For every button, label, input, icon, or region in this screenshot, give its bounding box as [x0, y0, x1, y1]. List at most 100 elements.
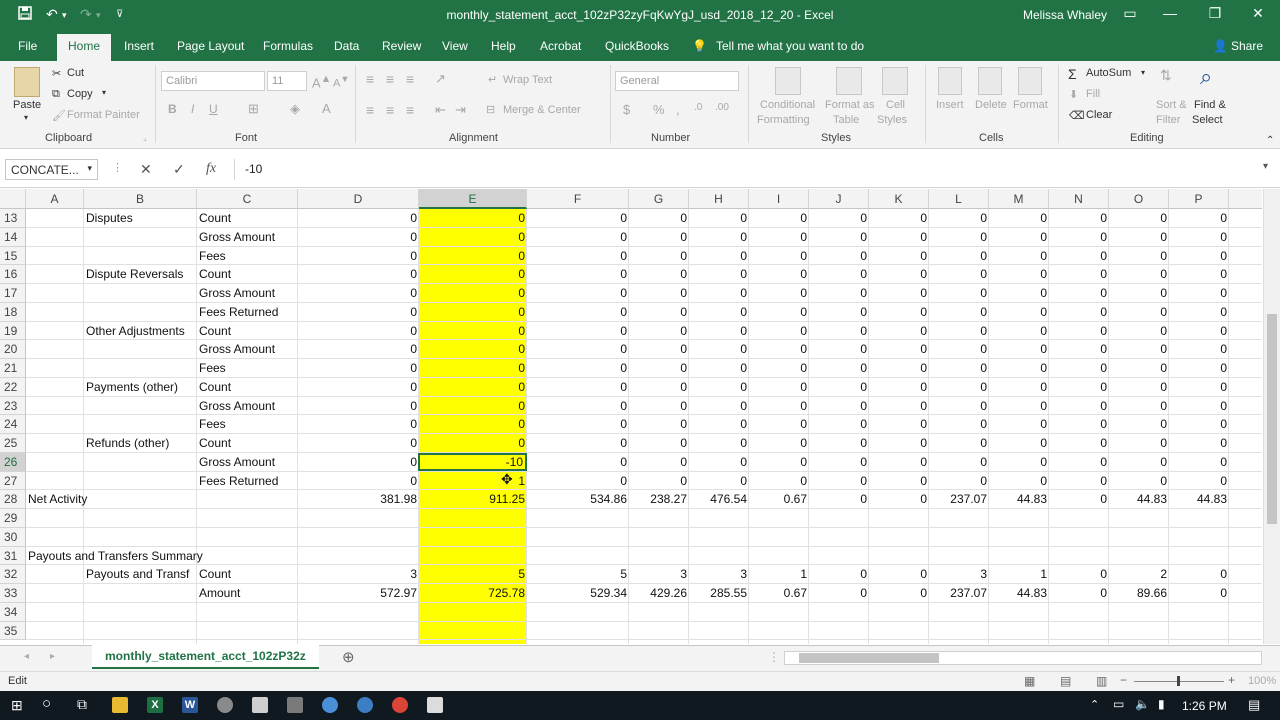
cell-e17[interactable]: 0 [421, 284, 525, 302]
column-header-h[interactable]: H [689, 189, 749, 209]
cell-i16[interactable]: 0 [751, 265, 807, 283]
row-header-33[interactable]: 33 [0, 584, 26, 603]
cancel-entry-icon[interactable]: ✕ [140, 161, 152, 178]
cell-o18[interactable]: 0 [1111, 303, 1167, 321]
restore-icon[interactable]: ❐ [1205, 5, 1225, 22]
cell-a28[interactable]: Net Activity [28, 490, 87, 508]
cell-f19[interactable]: 0 [529, 322, 627, 340]
cell-e25[interactable]: 0 [421, 434, 525, 452]
cell-d27[interactable]: 0 [300, 472, 417, 490]
cell-n18[interactable]: 0 [1051, 303, 1107, 321]
cell-g33[interactable]: 429.26 [631, 584, 687, 602]
cell-k26[interactable]: 0 [871, 453, 927, 471]
cell-m23[interactable]: 0 [991, 397, 1047, 415]
cell-f13[interactable]: 0 [529, 209, 627, 227]
cell-g27[interactable]: 0 [631, 472, 687, 490]
column-header-l[interactable]: L [929, 189, 989, 209]
cell-g17[interactable]: 0 [631, 284, 687, 302]
vertical-scrollbar[interactable] [1263, 189, 1280, 644]
cell-f28[interactable]: 534.86 [529, 490, 627, 508]
cell-m16[interactable]: 0 [991, 265, 1047, 283]
grow-font-icon[interactable]: A▲ [312, 73, 331, 90]
cell-e28[interactable]: 911.25 [421, 490, 525, 508]
cell-k28[interactable]: 0 [871, 490, 927, 508]
tab-insert[interactable]: Insert [124, 39, 154, 53]
cell-h24[interactable]: 0 [691, 415, 747, 433]
search-icon[interactable]: ○ [42, 695, 51, 712]
cell-h26[interactable]: 0 [691, 453, 747, 471]
cell-c19[interactable]: Count [199, 322, 296, 340]
tab-formulas[interactable]: Formulas [263, 39, 313, 53]
cell-m15[interactable]: 0 [991, 247, 1047, 265]
cell-f24[interactable]: 0 [529, 415, 627, 433]
row-header-31[interactable]: 31 [0, 546, 26, 566]
cell-l13[interactable]: 0 [931, 209, 987, 227]
cell-p15[interactable]: 0 [1171, 247, 1227, 265]
cell-l33[interactable]: 237.07 [931, 584, 987, 602]
align-left-icon[interactable]: ≡ [366, 102, 374, 118]
row-header-32[interactable]: 32 [0, 565, 26, 584]
cell-i26[interactable]: 0 [751, 453, 807, 471]
cell-n20[interactable]: 0 [1051, 340, 1107, 358]
cell-n19[interactable]: 0 [1051, 322, 1107, 340]
cell-n23[interactable]: 0 [1051, 397, 1107, 415]
cell-b22[interactable]: Payments (other) [86, 378, 195, 396]
borders-icon[interactable]: ⊞ [248, 101, 259, 117]
cell-i32[interactable]: 1 [751, 565, 807, 583]
cell-j14[interactable]: 0 [811, 228, 867, 246]
cell-g20[interactable]: 0 [631, 340, 687, 358]
format-as-table-label-1[interactable]: Format as [825, 99, 875, 111]
app-icon[interactable] [357, 697, 373, 713]
cell-j16[interactable]: 0 [811, 265, 867, 283]
row-header-35[interactable]: 35 [0, 621, 26, 641]
cell-o26[interactable]: 0 [1111, 453, 1167, 471]
cell-l22[interactable]: 0 [931, 378, 987, 396]
cell-g22[interactable]: 0 [631, 378, 687, 396]
cell-n33[interactable]: 0 [1051, 584, 1107, 602]
column-header-n[interactable]: N [1049, 189, 1109, 209]
tray-up-icon[interactable]: ⌃ [1090, 698, 1099, 711]
align-right-icon[interactable]: ≡ [406, 102, 414, 118]
column-header-d[interactable]: D [298, 189, 419, 209]
font-color-icon[interactable]: A [322, 101, 331, 116]
cell-k19[interactable]: 0 [871, 322, 927, 340]
align-center-icon[interactable]: ≡ [386, 102, 394, 118]
cell-c32[interactable]: Count [199, 565, 296, 583]
cell-c22[interactable]: Count [199, 378, 296, 396]
cell-e20[interactable]: 0 [421, 340, 525, 358]
cell-m32[interactable]: 1 [991, 565, 1047, 583]
cell-e33[interactable]: 725.78 [421, 584, 525, 602]
cell-p20[interactable]: 0 [1171, 340, 1227, 358]
cell-n25[interactable]: 0 [1051, 434, 1107, 452]
row-header-22[interactable]: 22 [0, 377, 26, 397]
clear-button[interactable]: Clear [1086, 109, 1112, 121]
row-header-21[interactable]: 21 [0, 359, 26, 378]
row-header-20[interactable]: 20 [0, 340, 26, 359]
cell-i20[interactable]: 0 [751, 340, 807, 358]
format-painter-button[interactable]: Format Painter [67, 109, 140, 121]
cell-k18[interactable]: 0 [871, 303, 927, 321]
zoom-in-icon[interactable]: + [1228, 673, 1235, 687]
cell-m27[interactable]: 0 [991, 472, 1047, 490]
cell-d16[interactable]: 0 [300, 265, 417, 283]
tab-home[interactable]: Home [57, 34, 112, 61]
cell-g24[interactable]: 0 [631, 415, 687, 433]
column-header-partial[interactable] [1229, 189, 1262, 209]
cell-c26[interactable]: Gross Amount [199, 453, 296, 471]
cell-g23[interactable]: 0 [631, 397, 687, 415]
cell-o25[interactable]: 0 [1111, 434, 1167, 452]
cell-i28[interactable]: 0.67 [751, 490, 807, 508]
cell-f20[interactable]: 0 [529, 340, 627, 358]
zoom-level[interactable]: 100% [1248, 675, 1276, 687]
cell-m20[interactable]: 0 [991, 340, 1047, 358]
font-size-box[interactable]: 11 [267, 71, 307, 91]
cell-m13[interactable]: 0 [991, 209, 1047, 227]
cut-button[interactable]: Cut [67, 67, 84, 79]
cell-g32[interactable]: 3 [631, 565, 687, 583]
cell-g28[interactable]: 238.27 [631, 490, 687, 508]
row-header-17[interactable]: 17 [0, 284, 26, 303]
cell-n13[interactable]: 0 [1051, 209, 1107, 227]
middle-align-icon[interactable]: ≡ [386, 71, 394, 87]
cell-m26[interactable]: 0 [991, 453, 1047, 471]
bottom-align-icon[interactable]: ≡ [406, 71, 414, 87]
